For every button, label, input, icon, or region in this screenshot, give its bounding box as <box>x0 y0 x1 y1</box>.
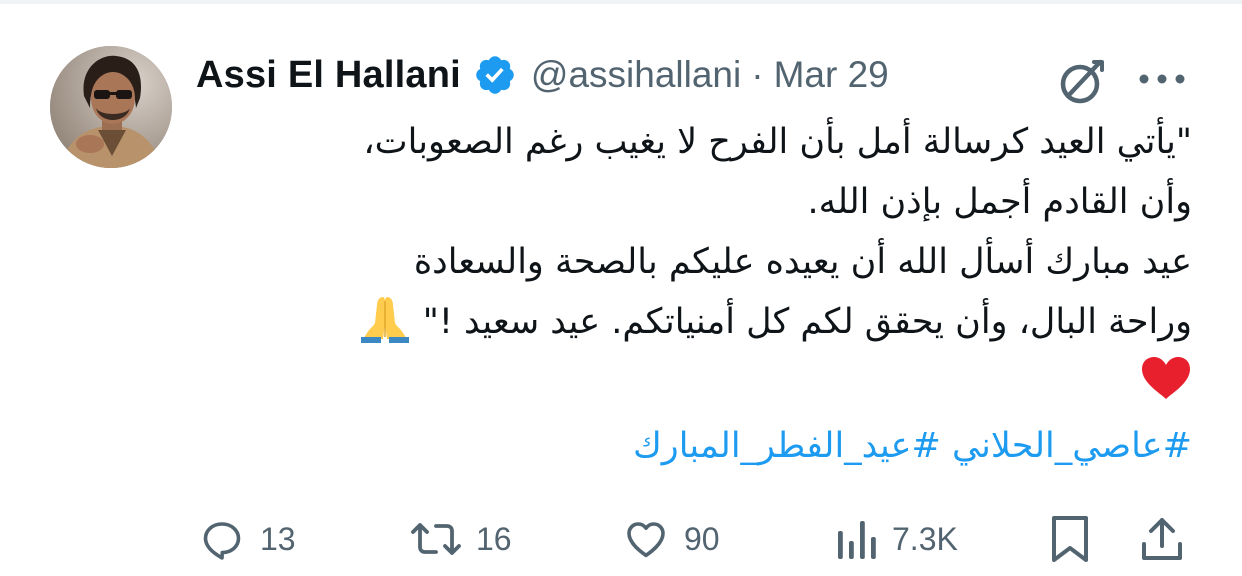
tweet-text-line: وأن القادم أجمل بإذن الله. <box>807 182 1192 222</box>
more-icon[interactable] <box>1136 64 1188 94</box>
reply-button[interactable]: 13 <box>198 514 296 564</box>
like-button[interactable]: 90 <box>622 514 720 564</box>
action-bar: 13 16 90 7.3K <box>0 504 1242 574</box>
repost-icon <box>410 515 462 563</box>
header-separator: · <box>751 54 764 95</box>
share-button[interactable] <box>1138 514 1186 564</box>
tweet-card[interactable]: Assi El Hallani @assihallani · Mar 29 "ي… <box>0 4 1242 576</box>
author-handle[interactable]: @assihallani <box>531 54 741 96</box>
views-icon <box>834 515 878 563</box>
hashtag-link[interactable]: #عيد_الفطر_المبارك <box>633 426 941 466</box>
hashtags: #عاصي_الحلاني #عيد_الفطر_المبارك <box>200 416 1192 476</box>
bookmark-button[interactable] <box>1048 514 1092 564</box>
verified-badge-icon <box>473 53 517 97</box>
avatar[interactable] <box>50 46 172 168</box>
repost-button[interactable]: 16 <box>410 514 512 564</box>
bookmark-icon <box>1048 514 1092 564</box>
hashtag-link[interactable]: #عاصي_الحلاني <box>952 426 1192 466</box>
grok-icon[interactable] <box>1054 54 1110 110</box>
tweet-text-line: وراحة البال، وأن يحقق لكم كل أمنياتكم. ع… <box>422 302 1192 342</box>
views-button[interactable]: 7.3K <box>834 514 958 564</box>
share-icon <box>1138 514 1186 564</box>
tweet-text-line: عيد مبارك أسأل الله أن يعيده عليكم بالصح… <box>413 242 1192 282</box>
display-name[interactable]: Assi El Hallani <box>196 54 461 97</box>
like-count: 90 <box>684 520 720 557</box>
tweet-date[interactable]: Mar 29 <box>774 54 889 96</box>
folded-hands-emoji-icon <box>357 293 413 343</box>
red-heart-emoji-icon <box>1140 355 1192 401</box>
repost-count: 16 <box>476 520 512 557</box>
views-count: 7.3K <box>892 520 958 557</box>
tweet-text: "يأتي العيد كرسالة أمل بأن الفرح لا يغيب… <box>200 112 1192 412</box>
reply-icon <box>198 515 246 563</box>
tweet-text-line-with-emoji: وراحة البال، وأن يحقق لكم كل أمنياتكم. ع… <box>200 292 1192 352</box>
tweet-header: Assi El Hallani @assihallani · Mar 29 <box>196 50 889 100</box>
reply-count: 13 <box>260 520 296 557</box>
like-icon <box>622 515 670 563</box>
tweet-text-line: "يأتي العيد كرسالة أمل بأن الفرح لا يغيب… <box>363 122 1192 162</box>
tweet-text-line-heart <box>200 352 1192 412</box>
